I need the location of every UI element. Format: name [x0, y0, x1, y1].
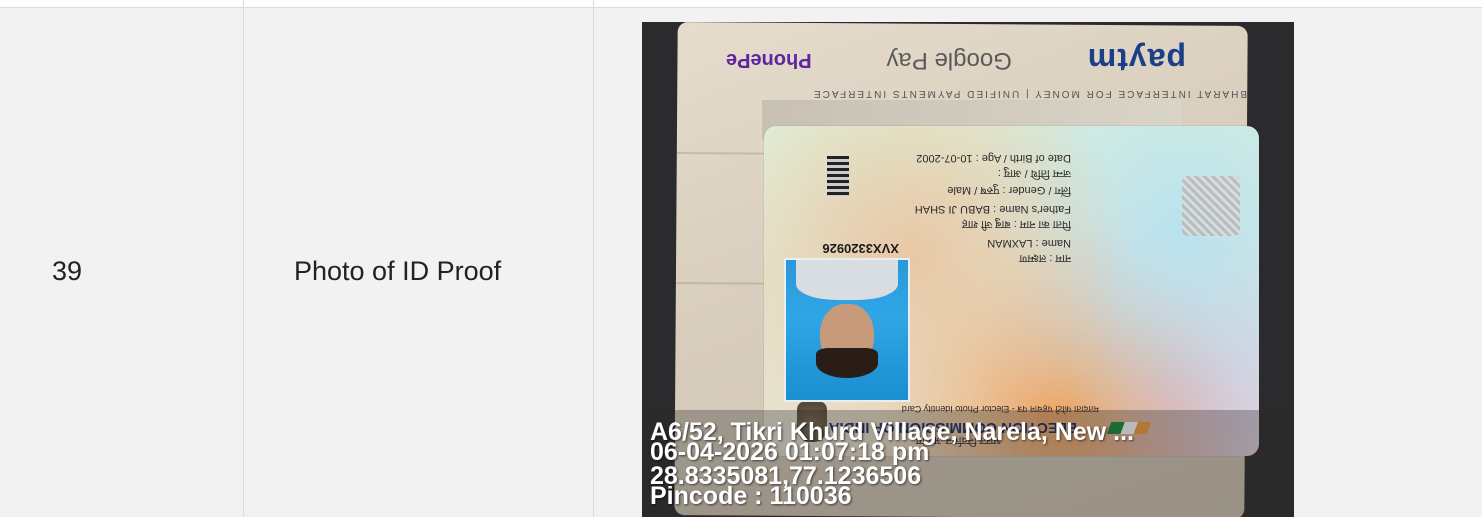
upi-tagline: BHARAT INTERFACE FOR MONEY | UNIFIED PAY… [812, 88, 1248, 99]
paytm-logo: paytm [1086, 42, 1186, 79]
column-divider [243, 0, 244, 517]
column-divider [593, 0, 594, 517]
geotag-pincode: Pincode : 110036 [650, 482, 852, 510]
father-name-hindi: पिता का नाम : बाबु जी शाह [961, 218, 1071, 230]
phonepe-logo: PhonePe [726, 49, 812, 72]
dob-hindi: जन्म तिथि / आयु : [997, 167, 1071, 179]
google-pay-logo: Google Pay [886, 47, 1012, 74]
id-proof-photo[interactable]: BHARAT INTERFACE FOR MONEY | UNIFIED PAY… [642, 22, 1294, 517]
document-table: 39 Photo of ID Proof BHARAT INTERFACE FO… [0, 0, 1482, 517]
row-number: 39 [52, 256, 83, 286]
hologram-icon [1182, 176, 1240, 236]
payment-brands: paytm Google Pay PhonePe [726, 40, 1186, 80]
epic-number: XVX3320926 [822, 241, 899, 256]
father-name: Father's Name : BABU JI SHAH [914, 203, 1071, 215]
name-hindi: नाम : लक्ष्मण [1019, 252, 1071, 264]
barcode-icon [827, 156, 849, 196]
gender: लिंग / Gender : पुरुष / Male [947, 184, 1071, 196]
date-of-birth: Date of Birth / Age : 10-07-2002 [916, 152, 1071, 164]
holder-name: Name : LAXMAN [987, 237, 1071, 249]
row-label: Photo of ID Proof [294, 256, 502, 286]
previous-row [0, 0, 1482, 8]
voter-id-card: भारत निर्वाचन आयोग ELECTION COMMISSION O… [764, 126, 1259, 456]
card-portrait [784, 258, 910, 402]
